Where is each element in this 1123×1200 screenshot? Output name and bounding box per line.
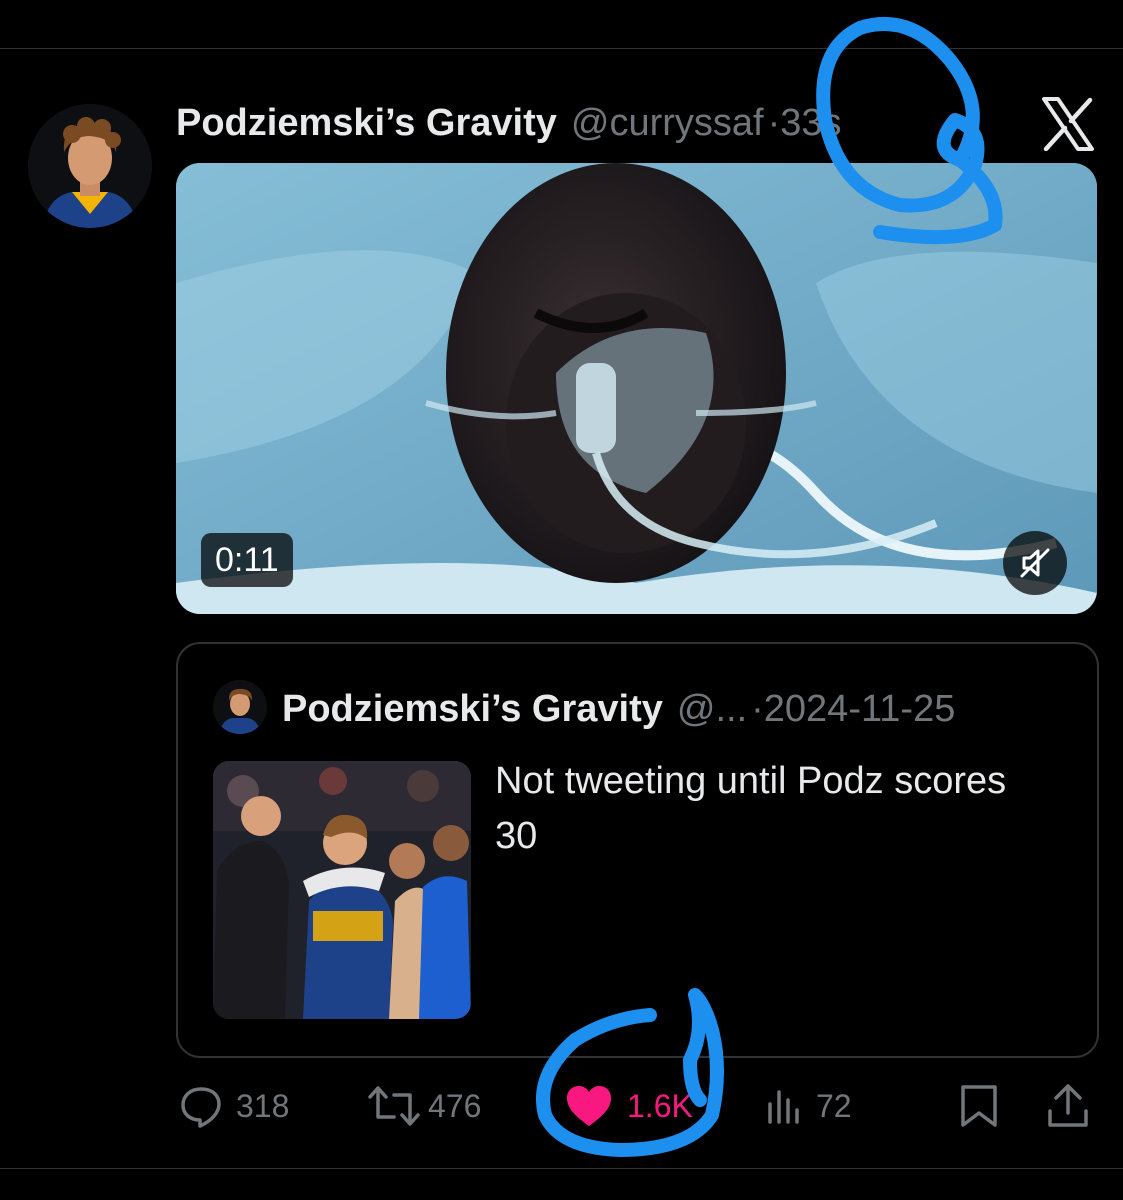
quoted-author-handle[interactable]: @... — [677, 688, 747, 731]
like-count: 1.6K — [627, 1087, 693, 1124]
repost-button[interactable]: 476 — [368, 1080, 481, 1132]
speaker-muted-icon — [1020, 548, 1050, 578]
share-button[interactable] — [1046, 1080, 1090, 1132]
author-avatar[interactable] — [28, 104, 152, 228]
bookmark-icon — [961, 1085, 997, 1127]
mute-button[interactable] — [1003, 531, 1067, 595]
author-display-name[interactable]: Podziemski’s Gravity — [176, 102, 557, 145]
quoted-author-display-name[interactable]: Podziemski’s Gravity — [282, 688, 663, 731]
repost-count: 476 — [428, 1087, 482, 1124]
video-duration-badge: 0:11 — [201, 533, 293, 587]
author-handle[interactable]: @curryssaf — [571, 102, 764, 145]
post-header: Podziemski’s Gravity @curryssaf ·33s — [176, 98, 842, 148]
quoted-author-avatar[interactable] — [213, 680, 267, 734]
post-action-bar: 318 476 1.6K 72 — [0, 1080, 1123, 1132]
video-player[interactable] — [176, 163, 1097, 614]
repost-icon — [368, 1086, 420, 1126]
reply-icon — [181, 1087, 221, 1128]
quoted-post-header: Podziemski’s Gravity @... ·2024-11-25 — [282, 684, 955, 734]
like-button[interactable]: 1.6K — [565, 1080, 693, 1132]
view-count: 72 — [816, 1087, 852, 1124]
share-icon — [1048, 1084, 1088, 1127]
quoted-post-date: ·2024-11-25 — [751, 687, 956, 730]
views-chart-icon — [768, 1090, 799, 1124]
post-timestamp[interactable]: ·33s — [768, 102, 842, 145]
heart-filled-icon — [567, 1086, 611, 1126]
reply-count: 318 — [236, 1087, 290, 1124]
views-button[interactable]: 72 — [764, 1080, 852, 1132]
quoted-post-text: Not tweeting until Podz scores 30 — [495, 760, 1007, 857]
bookmark-button[interactable] — [958, 1080, 1000, 1132]
top-divider — [0, 48, 1123, 49]
x-logo-icon — [1040, 97, 1096, 152]
bottom-divider — [0, 1168, 1123, 1169]
quoted-post-image[interactable] — [213, 761, 471, 1019]
reply-button[interactable]: 318 — [178, 1080, 289, 1132]
